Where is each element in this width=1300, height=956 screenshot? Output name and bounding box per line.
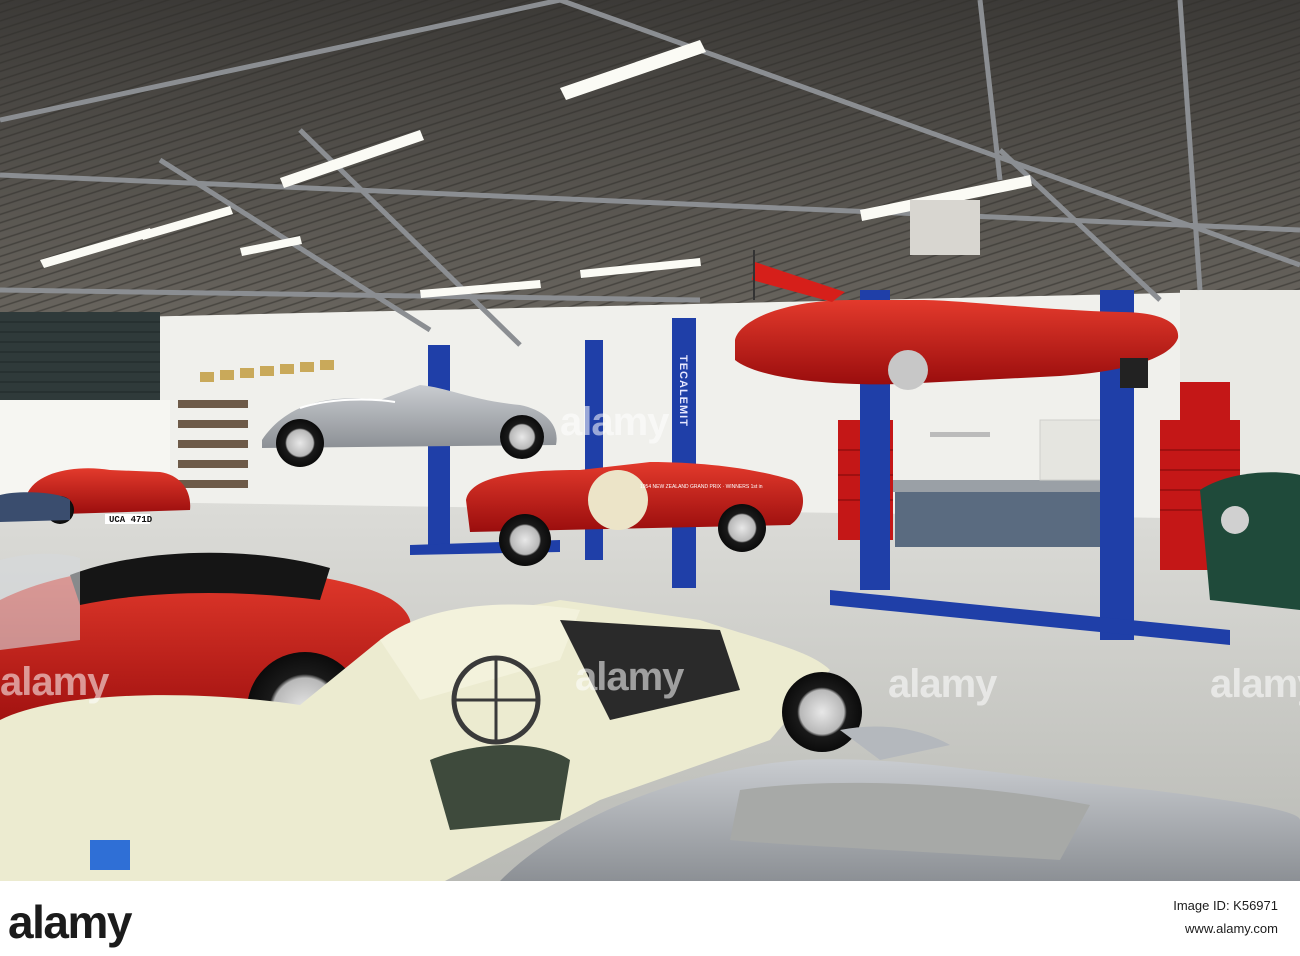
website-link[interactable]: www.alamy.com (1185, 921, 1278, 936)
rear-hub (1120, 358, 1148, 388)
workbench-base (895, 492, 1125, 547)
car-decal-text: 1954 NEW ZEALAND GRAND PRIX · WINNERS 1s… (640, 484, 763, 490)
windscreen (0, 553, 80, 650)
number-plate-text: UCA 471D (109, 515, 153, 525)
garage-scene: TECALEMIT 1954 NEW ZEALAND GRAND PRIX · … (0, 0, 1300, 881)
brake-disc (888, 350, 928, 390)
blue-cap (90, 840, 130, 870)
stock-photo-footer: alamy Image ID: K56971 www.alamy.com (0, 881, 1300, 956)
race-number-roundel (588, 470, 648, 530)
workbench-top (890, 480, 1130, 492)
lift-brand-label: TECALEMIT (677, 355, 689, 427)
footer-logo: alamy (8, 896, 132, 948)
gearbox (430, 745, 570, 830)
photo-frame: TECALEMIT 1954 NEW ZEALAND GRAND PRIX · … (0, 0, 1300, 956)
blue-car-edge (0, 492, 70, 522)
roller-door (0, 312, 160, 402)
green-car-right (1200, 472, 1300, 610)
image-id-text: Image ID: K56971 (1173, 898, 1278, 913)
wall-shelf (930, 432, 990, 437)
tool-chest-top-box (1180, 382, 1230, 422)
